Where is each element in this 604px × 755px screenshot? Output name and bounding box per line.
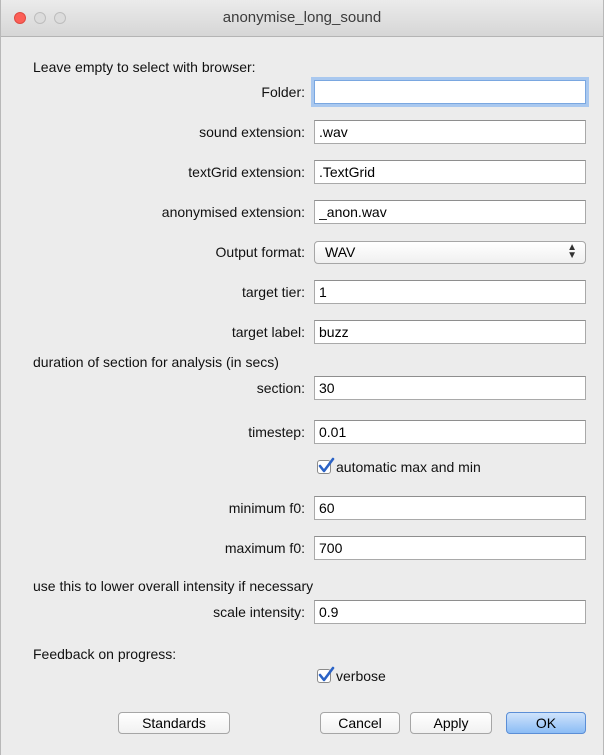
- duration-note: duration of section for analysis (in sec…: [33, 354, 279, 370]
- window-title: anonymise_long_sound: [222, 9, 382, 26]
- scale-intensity-input[interactable]: [314, 600, 586, 624]
- dialog-window: anonymise_long_sound Leave empty to sele…: [0, 0, 604, 755]
- timestep-input[interactable]: [314, 420, 586, 444]
- target-tier-input[interactable]: [314, 280, 586, 304]
- minimum-f0-label: minimum f0:: [228, 500, 305, 516]
- folder-input[interactable]: [314, 80, 586, 104]
- apply-button[interactable]: Apply: [410, 712, 492, 734]
- timestep-label: timestep:: [248, 424, 305, 440]
- folder-label: Folder:: [261, 84, 305, 100]
- sound-extension-input[interactable]: [314, 120, 586, 144]
- cancel-button[interactable]: Cancel: [320, 712, 400, 734]
- automatic-max-min-label: automatic max and min: [336, 459, 481, 475]
- checkmark-icon: [318, 457, 335, 473]
- textgrid-extension-label: textGrid extension:: [188, 164, 305, 180]
- output-format-value: WAV: [325, 244, 356, 260]
- browser-note: Leave empty to select with browser:: [33, 59, 256, 75]
- ok-button[interactable]: OK: [506, 712, 586, 734]
- target-label-label: target label:: [231, 324, 305, 340]
- maximum-f0-label: maximum f0:: [224, 540, 305, 556]
- target-tier-label: target tier:: [241, 284, 305, 300]
- output-format-select[interactable]: WAV ▲ ▼: [314, 241, 586, 264]
- sound-extension-label: sound extension:: [199, 124, 305, 140]
- section-input[interactable]: [314, 376, 586, 400]
- anonymised-extension-input[interactable]: [314, 200, 586, 224]
- minimum-f0-input[interactable]: [314, 496, 586, 520]
- target-label-input[interactable]: [314, 320, 586, 344]
- section-label: section:: [256, 380, 305, 396]
- title-bar[interactable]: anonymise_long_sound: [1, 0, 603, 37]
- textgrid-extension-input[interactable]: [314, 160, 586, 184]
- checkmark-icon: [318, 666, 335, 682]
- intensity-note: use this to lower overall intensity if n…: [33, 578, 314, 594]
- output-format-label: Output format:: [215, 244, 305, 260]
- verbose-label: verbose: [336, 668, 386, 684]
- anonymised-extension-label: anonymised extension:: [161, 204, 305, 220]
- scale-intensity-label: scale intensity:: [213, 604, 305, 620]
- automatic-max-min-checkbox[interactable]: [317, 457, 335, 474]
- maximum-f0-input[interactable]: [314, 536, 586, 560]
- feedback-note: Feedback on progress:: [33, 646, 177, 662]
- select-arrows-icon: ▲ ▼: [567, 242, 577, 261]
- standards-button[interactable]: Standards: [118, 712, 230, 734]
- verbose-checkbox[interactable]: [317, 666, 335, 683]
